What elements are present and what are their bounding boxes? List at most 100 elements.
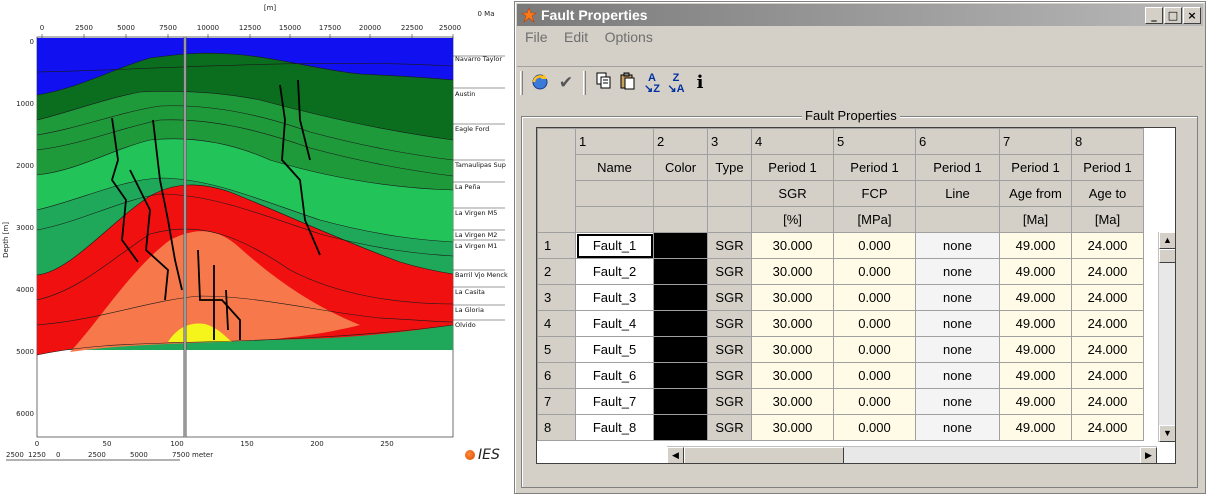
horizontal-scroll-thumb[interactable]: [684, 447, 844, 463]
age-from-cell[interactable]: 49.000: [999, 362, 1072, 389]
sgr-cell[interactable]: 30.000: [751, 232, 834, 259]
horizontal-scrollbar[interactable]: ◀ ▶: [667, 446, 1157, 463]
fault-type-cell[interactable]: SGR: [707, 414, 752, 441]
fault-color-cell[interactable]: [653, 258, 708, 285]
column-header[interactable]: Name: [575, 154, 654, 181]
column-subheader[interactable]: FCP: [833, 180, 916, 207]
fault-color-cell[interactable]: [653, 362, 708, 389]
column-header[interactable]: Type: [707, 154, 752, 181]
column-subheader[interactable]: Line: [915, 180, 1000, 207]
line-cell[interactable]: none: [915, 336, 1000, 363]
fault-name-cell[interactable]: Fault_6: [575, 362, 654, 389]
age-to-cell[interactable]: 24.000: [1071, 336, 1144, 363]
line-cell[interactable]: none: [915, 284, 1000, 311]
fault-color-cell[interactable]: [653, 232, 708, 259]
column-subheader[interactable]: [707, 180, 752, 207]
row-number[interactable]: 5: [537, 336, 576, 363]
sgr-cell[interactable]: 30.000: [751, 362, 834, 389]
menu-edit[interactable]: Edit: [564, 29, 588, 45]
sort-az-icon[interactable]: A ↘Z: [641, 72, 663, 95]
age-from-cell[interactable]: 49.000: [999, 336, 1072, 363]
age-to-cell[interactable]: 24.000: [1071, 388, 1144, 415]
fault-type-cell[interactable]: SGR: [707, 388, 752, 415]
row-number[interactable]: 7: [537, 388, 576, 415]
column-header[interactable]: Period 1: [833, 154, 916, 181]
age-from-cell[interactable]: 49.000: [999, 310, 1072, 337]
info-icon[interactable]: i: [689, 72, 711, 94]
check-icon[interactable]: ✔: [555, 72, 577, 94]
age-from-cell[interactable]: 49.000: [999, 232, 1072, 259]
fault-name-cell[interactable]: Fault_4: [575, 310, 654, 337]
toolbar-grip[interactable]: [520, 71, 523, 95]
column-header[interactable]: Color: [653, 154, 708, 181]
fcp-cell[interactable]: 0.000: [833, 388, 916, 415]
line-cell[interactable]: none: [915, 414, 1000, 441]
fault-type-cell[interactable]: SGR: [707, 284, 752, 311]
column-number[interactable]: 5: [833, 128, 916, 155]
age-to-cell[interactable]: 24.000: [1071, 258, 1144, 285]
line-cell[interactable]: none: [915, 258, 1000, 285]
age-from-cell[interactable]: 49.000: [999, 388, 1072, 415]
toolbar-grip[interactable]: [583, 71, 586, 95]
scroll-up-button[interactable]: ▲: [1159, 232, 1175, 249]
line-cell[interactable]: none: [915, 362, 1000, 389]
scroll-down-button[interactable]: ▼: [1159, 425, 1175, 442]
sgr-cell[interactable]: 30.000: [751, 258, 834, 285]
column-number[interactable]: 7: [999, 128, 1072, 155]
age-to-cell[interactable]: 24.000: [1071, 414, 1144, 441]
sgr-cell[interactable]: 30.000: [751, 414, 834, 441]
fcp-cell[interactable]: 0.000: [833, 414, 916, 441]
close-button[interactable]: ×: [1183, 7, 1201, 24]
column-subheader[interactable]: Age from: [999, 180, 1072, 207]
scroll-left-button[interactable]: ◀: [667, 447, 684, 463]
maximize-button[interactable]: □: [1164, 7, 1182, 24]
column-number[interactable]: 6: [915, 128, 1000, 155]
sgr-cell[interactable]: 30.000: [751, 336, 834, 363]
line-cell[interactable]: none: [915, 310, 1000, 337]
fcp-cell[interactable]: 0.000: [833, 232, 916, 259]
row-number[interactable]: 3: [537, 284, 576, 311]
fcp-cell[interactable]: 0.000: [833, 336, 916, 363]
column-header[interactable]: Period 1: [999, 154, 1072, 181]
fault-color-cell[interactable]: [653, 284, 708, 311]
fault-name-cell[interactable]: Fault_2: [575, 258, 654, 285]
column-unit[interactable]: [915, 206, 1000, 233]
fault-color-cell[interactable]: [653, 388, 708, 415]
fcp-cell[interactable]: 0.000: [833, 310, 916, 337]
age-from-cell[interactable]: 49.000: [999, 414, 1072, 441]
fault-name-cell[interactable]: Fault_7: [575, 388, 654, 415]
fault-name-cell[interactable]: Fault_8: [575, 414, 654, 441]
sort-za-icon[interactable]: Z ↘A: [665, 72, 687, 95]
column-subheader[interactable]: Age to: [1071, 180, 1144, 207]
fault-color-cell[interactable]: [653, 414, 708, 441]
column-subheader[interactable]: SGR: [751, 180, 834, 207]
title-bar[interactable]: Fault Properties _ □ ×: [517, 4, 1203, 26]
fault-type-cell[interactable]: SGR: [707, 232, 752, 259]
row-number[interactable]: 2: [537, 258, 576, 285]
age-to-cell[interactable]: 24.000: [1071, 362, 1144, 389]
column-unit[interactable]: [Ma]: [999, 206, 1072, 233]
fault-name-cell[interactable]: Fault_5: [575, 336, 654, 363]
fault-type-cell[interactable]: SGR: [707, 310, 752, 337]
vertical-scrollbar[interactable]: ▲ ▼: [1158, 232, 1175, 442]
column-subheader[interactable]: [653, 180, 708, 207]
column-unit[interactable]: [%]: [751, 206, 834, 233]
age-from-cell[interactable]: 49.000: [999, 284, 1072, 311]
row-number[interactable]: 6: [537, 362, 576, 389]
column-subheader[interactable]: [575, 180, 654, 207]
fault-name-cell[interactable]: Fault_1: [575, 232, 654, 259]
fault-type-cell[interactable]: SGR: [707, 336, 752, 363]
vertical-scroll-thumb[interactable]: [1159, 249, 1175, 263]
sgr-cell[interactable]: 30.000: [751, 284, 834, 311]
age-from-cell[interactable]: 49.000: [999, 258, 1072, 285]
fault-color-cell[interactable]: [653, 310, 708, 337]
column-unit[interactable]: [MPa]: [833, 206, 916, 233]
copy-icon[interactable]: [593, 72, 615, 94]
column-header[interactable]: Period 1: [751, 154, 834, 181]
paste-icon[interactable]: [617, 72, 639, 94]
fault-type-cell[interactable]: SGR: [707, 362, 752, 389]
menu-options[interactable]: Options: [605, 29, 653, 45]
line-cell[interactable]: none: [915, 388, 1000, 415]
column-number[interactable]: 2: [653, 128, 708, 155]
column-number[interactable]: 8: [1071, 128, 1144, 155]
